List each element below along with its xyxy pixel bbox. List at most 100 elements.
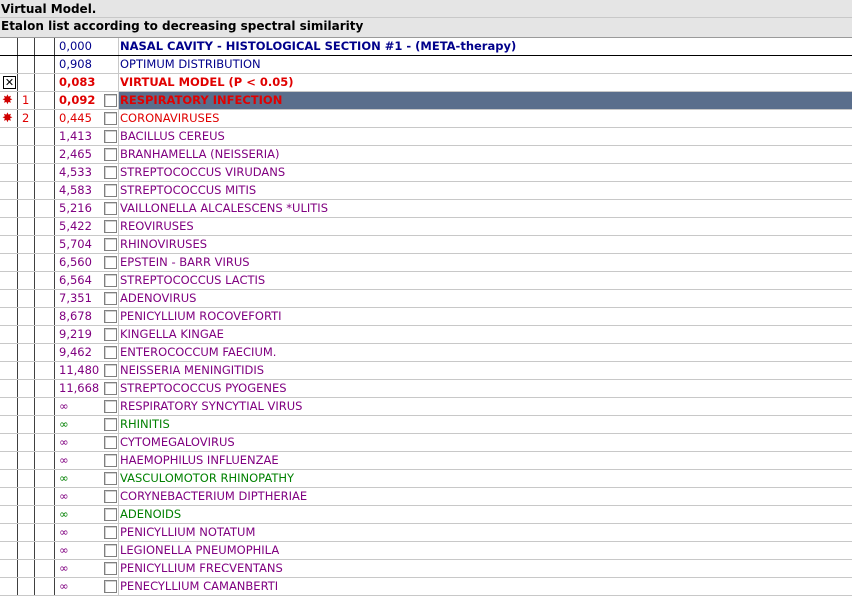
name-cell[interactable]: VAILLONELLA ALCALESCENS *ULITIS <box>119 200 852 217</box>
name-cell[interactable]: LEGIONELLA PNEUMOPHILA <box>119 542 852 559</box>
row-mark-cell[interactable] <box>0 164 18 181</box>
row-checkbox[interactable] <box>104 526 117 539</box>
name-cell[interactable]: OPTIMUM DISTRIBUTION <box>119 56 852 73</box>
row-checkbox[interactable] <box>104 544 117 557</box>
table-row[interactable]: ∞ CYTOMEGALOVIRUS <box>0 434 852 452</box>
name-cell[interactable]: EPSTEIN - BARR VIRUS <box>119 254 852 271</box>
table-row[interactable]: ∞ HAEMOPHILUS INFLUENZAE <box>0 452 852 470</box>
row-mark-cell[interactable] <box>0 128 18 145</box>
table-row[interactable]: ✸ 2 0,445 CORONAVIRUSES <box>0 110 852 128</box>
row-checkbox[interactable] <box>104 436 117 449</box>
row-mark-cell[interactable] <box>0 272 18 289</box>
table-row[interactable]: 9,219 KINGELLA KINGAE <box>0 326 852 344</box>
table-row[interactable]: 8,678 PENICYLLIUM ROCOVEFORTI <box>0 308 852 326</box>
table-row[interactable]: ∞ PENICYLLIUM FRECVENTANS <box>0 560 852 578</box>
row-checkbox[interactable] <box>104 256 117 269</box>
name-cell[interactable]: STREPTOCOCCUS LACTIS <box>119 272 852 289</box>
table-row[interactable]: 1,413 BACILLUS CEREUS <box>0 128 852 146</box>
name-cell[interactable]: VIRTUAL MODEL (P < 0.05) <box>119 74 852 91</box>
row-checkbox[interactable] <box>104 94 117 107</box>
name-cell[interactable]: ADENOIDS <box>119 506 852 523</box>
table-row[interactable]: 5,704 RHINOVIRUSES <box>0 236 852 254</box>
table-row[interactable]: 9,462 ENTEROCOCCUM FAECIUM. <box>0 344 852 362</box>
row-mark-cell[interactable] <box>0 434 18 451</box>
table-row[interactable]: 5,422 REOVIRUSES <box>0 218 852 236</box>
table-row[interactable]: ∞ RESPIRATORY SYNCYTIAL VIRUS <box>0 398 852 416</box>
name-cell[interactable]: RHINOVIRUSES <box>119 236 852 253</box>
name-cell[interactable]: BACILLUS CEREUS <box>119 128 852 145</box>
row-checkbox[interactable] <box>104 490 117 503</box>
name-cell[interactable]: PENICYLLIUM NOTATUM <box>119 524 852 541</box>
name-cell[interactable]: STREPTOCOCCUS VIRUDANS <box>119 164 852 181</box>
row-mark-cell[interactable]: ✕ <box>0 74 18 91</box>
row-checkbox[interactable] <box>104 166 117 179</box>
table-row[interactable]: 0,000 NASAL CAVITY - HISTOLOGICAL SECTION… <box>0 38 852 56</box>
row-mark-cell[interactable] <box>0 236 18 253</box>
row-checkbox[interactable] <box>104 454 117 467</box>
row-mark-cell[interactable] <box>0 254 18 271</box>
row-checkbox[interactable] <box>104 346 117 359</box>
row-mark-cell[interactable] <box>0 524 18 541</box>
row-mark-cell[interactable] <box>0 56 18 73</box>
name-cell[interactable]: RESPIRATORY INFECTION <box>119 92 852 109</box>
row-mark-cell[interactable] <box>0 218 18 235</box>
row-mark-cell[interactable] <box>0 200 18 217</box>
name-cell[interactable]: ENTEROCOCCUM FAECIUM. <box>119 344 852 361</box>
row-mark-cell[interactable] <box>0 470 18 487</box>
row-mark-cell[interactable]: ✸ <box>0 92 18 109</box>
row-checkbox[interactable] <box>104 112 117 125</box>
row-mark-cell[interactable] <box>0 560 18 577</box>
row-checkbox[interactable] <box>104 238 117 251</box>
row-mark-cell[interactable] <box>0 290 18 307</box>
row-checkbox[interactable] <box>104 400 117 413</box>
table-row[interactable]: 4,583 STREPTOCOCCUS MITIS <box>0 182 852 200</box>
name-cell[interactable]: BRANHAMELLA (NEISSERIA) <box>119 146 852 163</box>
table-row[interactable]: ∞ LEGIONELLA PNEUMOPHILA <box>0 542 852 560</box>
row-mark-cell[interactable] <box>0 326 18 343</box>
row-mark-cell[interactable] <box>0 344 18 361</box>
name-cell[interactable]: HAEMOPHILUS INFLUENZAE <box>119 452 852 469</box>
row-mark-cell[interactable] <box>0 416 18 433</box>
row-checkbox[interactable] <box>104 508 117 521</box>
name-cell[interactable]: NEISSERIA MENINGITIDIS <box>119 362 852 379</box>
table-row[interactable]: 5,216 VAILLONELLA ALCALESCENS *ULITIS <box>0 200 852 218</box>
row-mark-cell[interactable] <box>0 506 18 523</box>
table-row[interactable]: 6,560 EPSTEIN - BARR VIRUS <box>0 254 852 272</box>
table-row[interactable]: ∞ ADENOIDS <box>0 506 852 524</box>
name-cell[interactable]: RHINITIS <box>119 416 852 433</box>
table-row[interactable]: 7,351 ADENOVIRUS <box>0 290 852 308</box>
close-mark-icon[interactable]: ✕ <box>3 76 16 89</box>
row-mark-cell[interactable] <box>0 452 18 469</box>
row-mark-cell[interactable] <box>0 542 18 559</box>
row-mark-cell[interactable] <box>0 380 18 397</box>
name-cell[interactable]: NASAL CAVITY - HISTOLOGICAL SECTION #1 -… <box>119 38 852 55</box>
name-cell[interactable]: KINGELLA KINGAE <box>119 326 852 343</box>
name-cell[interactable]: PENICYLLIUM ROCOVEFORTI <box>119 308 852 325</box>
name-cell[interactable]: CYTOMEGALOVIRUS <box>119 434 852 451</box>
table-row[interactable]: 2,465 BRANHAMELLA (NEISSERIA) <box>0 146 852 164</box>
name-cell[interactable]: CORYNEBACTERIUM DIPTHERIAE <box>119 488 852 505</box>
table-row[interactable]: 11,668 STREPTOCOCCUS PYOGENES <box>0 380 852 398</box>
table-row[interactable]: ∞ CORYNEBACTERIUM DIPTHERIAE <box>0 488 852 506</box>
table-row[interactable]: 6,564 STREPTOCOCCUS LACTIS <box>0 272 852 290</box>
table-row[interactable]: ✸ 1 0,092 RESPIRATORY INFECTION <box>0 92 852 110</box>
row-mark-cell[interactable] <box>0 308 18 325</box>
table-row[interactable]: ∞ PENECYLLIUM CAMANBERTI <box>0 578 852 596</box>
row-mark-cell[interactable]: ✸ <box>0 110 18 127</box>
row-mark-cell[interactable] <box>0 488 18 505</box>
table-row[interactable]: 4,533 STREPTOCOCCUS VIRUDANS <box>0 164 852 182</box>
row-checkbox[interactable] <box>104 292 117 305</box>
row-mark-cell[interactable] <box>0 38 18 55</box>
row-checkbox[interactable] <box>104 364 117 377</box>
row-checkbox[interactable] <box>104 382 117 395</box>
row-checkbox[interactable] <box>104 472 117 485</box>
name-cell[interactable]: STREPTOCOCCUS MITIS <box>119 182 852 199</box>
row-checkbox[interactable] <box>104 418 117 431</box>
row-mark-cell[interactable] <box>0 578 18 595</box>
table-row[interactable]: ✕ 0,083 VIRTUAL MODEL (P < 0.05) <box>0 74 852 92</box>
row-checkbox[interactable] <box>104 130 117 143</box>
row-checkbox[interactable] <box>104 580 117 593</box>
table-row[interactable]: 0,908 OPTIMUM DISTRIBUTION <box>0 56 852 74</box>
row-mark-cell[interactable] <box>0 146 18 163</box>
name-cell[interactable]: PENECYLLIUM CAMANBERTI <box>119 578 852 595</box>
